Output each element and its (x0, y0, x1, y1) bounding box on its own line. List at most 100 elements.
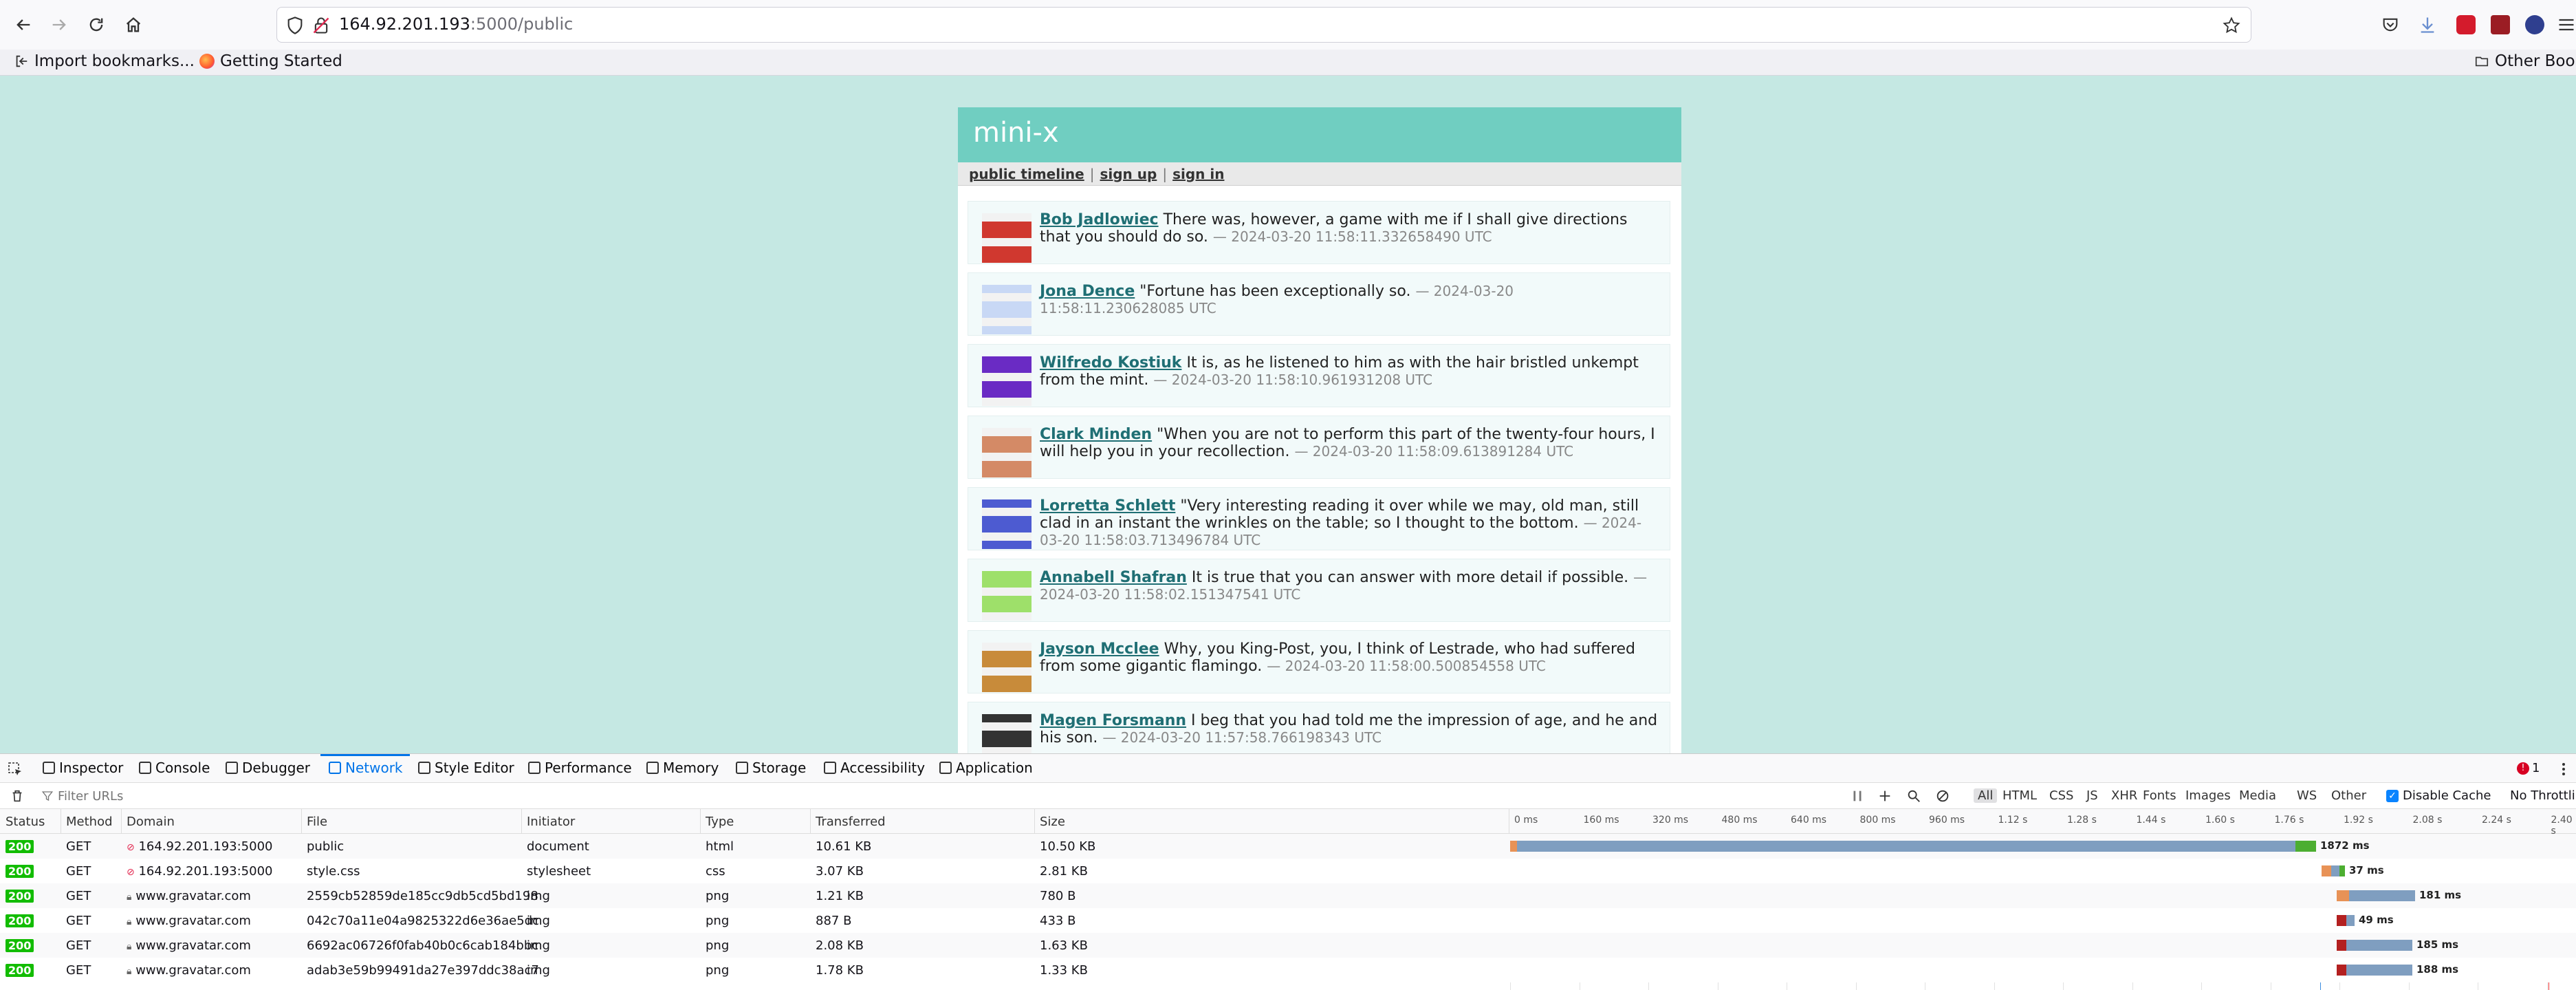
checkbox-checked-icon[interactable]: ✓ (2386, 789, 2399, 802)
filter-type-css[interactable]: CSS (2049, 788, 2073, 803)
message-author[interactable]: Jona Dence (1040, 283, 1135, 300)
message-author[interactable]: Wilfredo Kostiuk (1040, 354, 1181, 372)
bookmark-star-icon[interactable] (2222, 16, 2241, 35)
home-button[interactable] (118, 10, 149, 40)
disable-cache-toggle[interactable]: ✓ Disable Cache (2386, 788, 2491, 803)
column-method[interactable]: Method (66, 815, 113, 829)
message-timestamp: — 2024-03-20 11:57:58.766198343 UTC (1102, 729, 1382, 746)
message-author[interactable]: Lorretta Schlett (1040, 497, 1175, 515)
dock-options-icon[interactable] (2555, 761, 2572, 777)
message-item: Annabell Shafran It is true that you can… (968, 559, 1670, 622)
throttling-select[interactable]: No Throttling (2510, 788, 2576, 803)
request-row[interactable]: 200 GET 🔒︎ www.gravatar.com 2559cb52859de18… (0, 883, 2576, 908)
user-avatar[interactable] (982, 571, 1032, 621)
devtools-tab-storage[interactable]: Storage (736, 760, 806, 776)
request-transferred: 10.61 KB (816, 839, 872, 854)
user-avatar[interactable] (982, 356, 1032, 406)
devtools-tab-inspector[interactable]: Inspector (43, 760, 123, 776)
filter-type-html[interactable]: HTML (2002, 788, 2037, 803)
user-avatar[interactable] (982, 499, 1032, 549)
filter-type-images[interactable]: Images (2185, 788, 2231, 803)
devtools-tab-performance[interactable]: Performance (528, 760, 632, 776)
devtools-tab-application[interactable]: Application (939, 760, 1033, 776)
request-type: css (706, 864, 725, 879)
extension-icon[interactable] (2491, 15, 2510, 34)
error-icon: ! (2517, 762, 2529, 775)
user-avatar[interactable] (982, 285, 1032, 334)
devtools-tab-label: Debugger (242, 760, 310, 776)
devtools-tab-label: Application (956, 760, 1033, 776)
extension-badge-icon[interactable] (2525, 15, 2544, 34)
console-icon (139, 762, 151, 774)
nav-public-timeline[interactable]: public timeline (969, 166, 1084, 182)
message-author[interactable]: Magen Forsmann (1040, 712, 1186, 729)
request-row[interactable]: 200 GET 🔒︎ www.gravatar.com 042c70a11e04a98… (0, 908, 2576, 933)
forward-button[interactable] (44, 10, 74, 40)
lock-icon: 🔒︎ (127, 966, 132, 977)
devtools-tab-console[interactable]: Console (139, 760, 210, 776)
message-item: Jayson Mcclee Why, you King-Post, you, I… (968, 630, 1670, 693)
message-author[interactable]: Bob Jadlowiec (1040, 211, 1159, 228)
column-type[interactable]: Type (706, 815, 734, 829)
message-timestamp: — 2024-03-20 11:58:11.332658490 UTC (1212, 228, 1492, 245)
filter-type-xhr[interactable]: XHR (2111, 788, 2137, 803)
column-size[interactable]: Size (1040, 815, 1065, 829)
column-transferred[interactable]: Transferred (816, 815, 886, 829)
search-icon[interactable] (1906, 788, 1921, 804)
pause-icon[interactable] (1850, 788, 1865, 804)
bookmark-getting-started[interactable]: Getting Started (199, 52, 342, 70)
lock-icon: 🔒︎ (127, 941, 132, 952)
filter-type-ws[interactable]: WS (2297, 788, 2317, 803)
user-avatar[interactable] (982, 428, 1032, 477)
nav-sign-in[interactable]: sign in (1172, 166, 1224, 182)
request-domain: www.gravatar.com (135, 914, 251, 928)
nav-sign-up[interactable]: sign up (1100, 166, 1157, 182)
reload-button[interactable] (81, 10, 111, 40)
back-button[interactable] (8, 10, 39, 40)
request-row[interactable]: 200 GET 🔒︎ www.gravatar.com 6692ac06726f0fa… (0, 933, 2576, 958)
devtools-tab-network[interactable]: Network (329, 760, 403, 776)
error-count[interactable]: ! 1 (2517, 761, 2540, 775)
column-status[interactable]: Status (6, 815, 45, 829)
request-row[interactable]: 200 GET ⊘ 164.92.201.193:5000 style.css styl… (0, 859, 2576, 883)
devtools-tab-style-editor[interactable]: Style Editor (418, 760, 514, 776)
message-author[interactable]: Clark Minden (1040, 426, 1152, 443)
devtools-tab-debugger[interactable]: Debugger (226, 760, 310, 776)
column-file[interactable]: File (307, 815, 327, 829)
pocket-icon[interactable] (2381, 15, 2400, 34)
user-avatar[interactable] (982, 714, 1032, 753)
element-picker-icon[interactable] (7, 761, 23, 777)
filter-type-fonts[interactable]: Fonts (2143, 788, 2176, 803)
forward-arrow-icon (52, 19, 66, 30)
shield-icon[interactable] (285, 16, 305, 35)
bookmark-import[interactable]: Import bookmarks... (14, 52, 195, 70)
clear-requests-icon[interactable] (10, 788, 25, 804)
filter-type-media[interactable]: Media (2239, 788, 2276, 803)
ublock-extension-icon[interactable] (2456, 15, 2476, 34)
filter-urls-input[interactable] (58, 786, 470, 806)
performance-icon (528, 762, 541, 774)
filter-type-all[interactable]: All (1974, 788, 1998, 803)
request-row[interactable]: 200 GET ⊘ 164.92.201.193:5000 public documen… (0, 834, 2576, 859)
message-body: It is true that you can answer with more… (1191, 569, 1629, 586)
request-row[interactable]: 200 GET 🔒︎ www.gravatar.com adab3e59b99491d… (0, 958, 2576, 982)
devtools-tab-label: Memory (663, 760, 719, 776)
devtools-tabbar: Inspector Console Debugger Network Style Edi… (0, 754, 2576, 783)
download-icon[interactable] (2418, 15, 2437, 34)
user-avatar[interactable] (982, 643, 1032, 692)
add-request-icon[interactable] (1877, 788, 1892, 804)
devtools-tab-memory[interactable]: Memory (646, 760, 719, 776)
menu-icon[interactable] (2557, 15, 2576, 34)
column-initiator[interactable]: Initiator (527, 815, 575, 829)
insecure-lock-icon[interactable] (312, 16, 331, 35)
user-avatar[interactable] (982, 213, 1032, 263)
message-author[interactable]: Jayson Mcclee (1040, 641, 1159, 658)
url-bar[interactable]: 164.92.201.193:5000/public (276, 7, 2251, 43)
devtools-tab-accessibility[interactable]: Accessibility (824, 760, 925, 776)
other-bookmarks[interactable]: Other Bookmarks (2474, 52, 2576, 70)
column-domain[interactable]: Domain (127, 815, 175, 829)
message-author[interactable]: Annabell Shafran (1040, 569, 1187, 586)
filter-type-other[interactable]: Other (2331, 788, 2366, 803)
block-icon[interactable] (1935, 788, 1950, 804)
filter-type-js[interactable]: JS (2086, 788, 2098, 803)
